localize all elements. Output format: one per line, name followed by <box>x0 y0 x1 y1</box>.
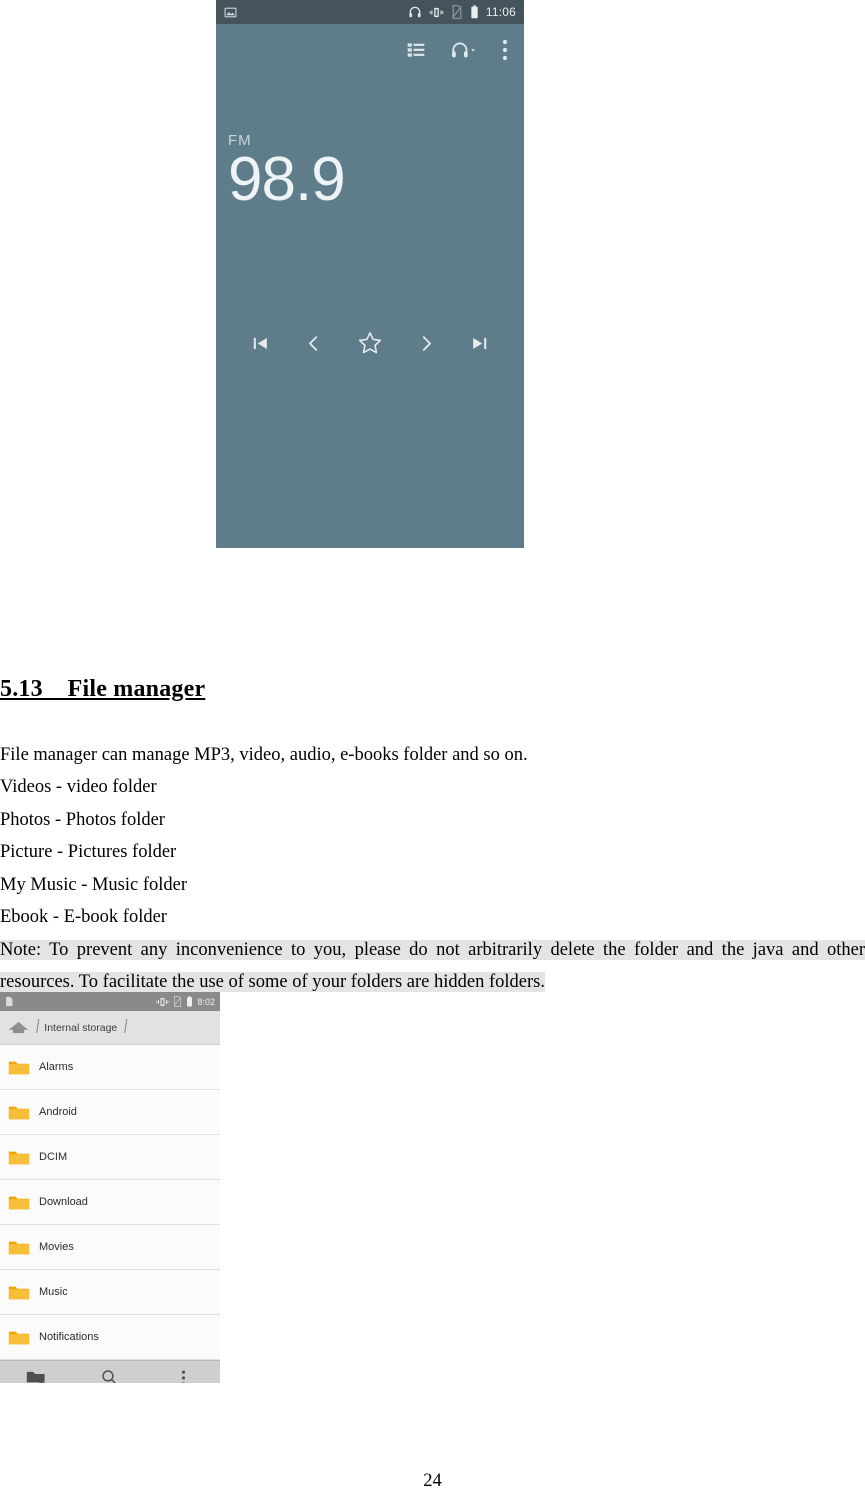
skip-previous-icon[interactable] <box>251 334 270 353</box>
sim-off-icon <box>451 5 463 19</box>
fm-status-bar-left <box>224 6 237 19</box>
list-item[interactable]: Notifications <box>0 1315 220 1360</box>
fm-status-bar-right: 11:06 <box>408 5 516 19</box>
list-item-label: Android <box>39 1106 77 1118</box>
image-icon <box>224 6 237 19</box>
list-item-label: Movies <box>39 1241 74 1253</box>
body-paragraph: My Music - Music folder <box>0 874 188 895</box>
favorite-star-icon[interactable] <box>357 330 383 356</box>
list-item-label: Download <box>39 1196 88 1208</box>
fm-radio-screenshot: 11:06 FM 98.9 <box>216 0 524 548</box>
skip-next-icon[interactable] <box>470 334 489 353</box>
page-number: 24 <box>423 1471 442 1491</box>
breadcrumb-path[interactable]: Internal storage <box>44 1022 117 1034</box>
list-item[interactable]: Android <box>0 1090 220 1135</box>
breadcrumb-separator-icon: / <box>124 1017 128 1038</box>
search-icon[interactable] <box>73 1369 146 1383</box>
headphone-output-dropdown-icon[interactable] <box>450 40 478 60</box>
list-item[interactable]: Alarms <box>0 1045 220 1090</box>
folder-icon <box>8 1194 30 1211</box>
list-item[interactable]: Download <box>0 1180 220 1225</box>
list-item-label: Alarms <box>39 1061 74 1073</box>
folder-icon <box>8 1284 30 1301</box>
folder-icon <box>8 1104 30 1121</box>
vibrate-icon <box>156 997 169 1007</box>
note-paragraph-text: Note: To prevent any inconvenience to yo… <box>0 940 865 993</box>
home-icon[interactable] <box>8 1020 29 1035</box>
fm-status-bar-time: 11:06 <box>485 5 516 19</box>
file-manager-screenshot: 8:02 / Internal storage / Alarms Android… <box>0 992 220 1383</box>
fm-playback-controls <box>216 320 524 366</box>
list-item[interactable]: Movies <box>0 1225 220 1270</box>
breadcrumb-separator-icon: / <box>36 1017 40 1038</box>
body-paragraph: Videos - video folder <box>0 777 157 798</box>
fm-toolbar <box>216 24 524 76</box>
file-manager-bottom-bar <box>0 1360 220 1383</box>
file-manager-status-bar-time: 8:02 <box>197 996 215 1007</box>
folder-icon <box>8 1239 30 1256</box>
list-item-label: DCIM <box>39 1151 68 1163</box>
fm-frequency-value: 98.9 <box>228 145 346 214</box>
battery-icon <box>470 5 479 19</box>
new-folder-icon[interactable] <box>0 1369 73 1383</box>
section-heading: 5.13 File manager <box>0 676 206 702</box>
overflow-menu-icon[interactable] <box>147 1369 220 1383</box>
file-manager-status-bar: 8:02 <box>0 992 220 1011</box>
body-paragraph: File manager can manage MP3, video, audi… <box>0 745 528 765</box>
station-list-icon[interactable] <box>406 40 426 60</box>
body-paragraph: Ebook - E-book folder <box>0 907 167 928</box>
sim-card-icon <box>5 996 13 1007</box>
vibrate-icon <box>429 6 444 19</box>
folder-icon <box>8 1329 30 1346</box>
body-paragraph: Picture - Pictures folder <box>0 842 177 863</box>
folder-icon <box>8 1059 30 1076</box>
folder-icon <box>8 1149 30 1166</box>
overflow-menu-icon[interactable] <box>502 39 508 61</box>
sim-off-icon <box>173 996 182 1007</box>
fm-status-bar: 11:06 <box>216 0 524 24</box>
file-manager-status-bar-right: 8:02 <box>156 996 215 1007</box>
list-item[interactable]: Music <box>0 1270 220 1315</box>
list-item[interactable]: DCIM <box>0 1135 220 1180</box>
headphone-icon <box>408 5 422 19</box>
folder-list: Alarms Android DCIM Download Movies Musi… <box>0 1045 220 1360</box>
breadcrumb: / Internal storage / <box>0 1011 220 1045</box>
body-paragraph: Photos - Photos folder <box>0 809 165 830</box>
note-paragraph: Note: To prevent any inconvenience to yo… <box>0 934 865 999</box>
tune-down-icon[interactable] <box>304 334 323 353</box>
battery-icon <box>186 996 193 1007</box>
list-item-label: Notifications <box>39 1331 99 1343</box>
document-body: File manager can manage MP3, video, audi… <box>0 739 865 933</box>
fm-frequency-display: FM 98.9 <box>216 132 524 210</box>
list-item-label: Music <box>39 1286 68 1298</box>
tune-up-icon[interactable] <box>417 334 436 353</box>
